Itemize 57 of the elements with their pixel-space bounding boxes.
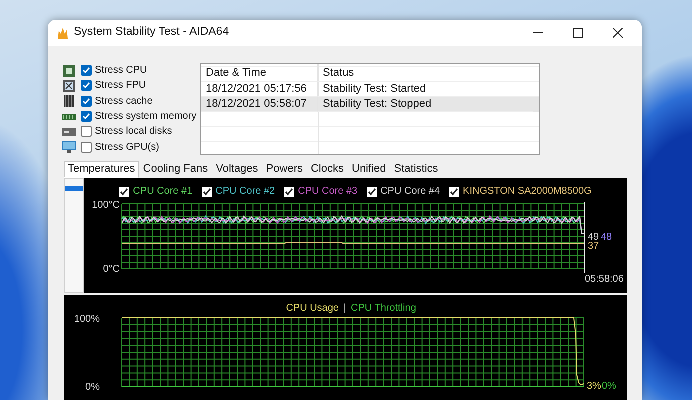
legend-label: CPU Core #1 (133, 186, 193, 197)
temperature-reading: 49 (588, 232, 600, 243)
chart-title: CPU Throttling (351, 303, 416, 314)
table-cell: Stability Test: Stopped (318, 97, 533, 112)
window-title: System Stability Test - AIDA64 (74, 25, 230, 40)
chip-icon (62, 64, 76, 78)
checkbox[interactable] (81, 96, 92, 107)
maximize-icon (573, 28, 583, 38)
checkbox[interactable] (81, 111, 92, 122)
column-header: Status (318, 64, 533, 82)
checkbox[interactable] (81, 126, 92, 138)
legend-label: KINGSTON SA2000M8500G (463, 186, 592, 197)
axis-label: 0°C (103, 264, 120, 275)
tab[interactable]: Cooling Fans (139, 161, 212, 178)
tab[interactable]: Statistics (390, 161, 442, 178)
option-label: Stress FPU (95, 79, 146, 94)
time-label: 05:58:06 (585, 274, 624, 285)
chip-icon (62, 78, 76, 93)
temperature-reading: 37 (588, 241, 600, 252)
checkbox[interactable] (284, 186, 294, 196)
axis-label: 100°C (92, 200, 120, 211)
option-label: Stress CPU (95, 64, 148, 78)
legend-label: CPU Core #2 (216, 186, 276, 197)
tab[interactable]: Unified (348, 161, 390, 178)
indicator-bar (65, 186, 83, 191)
close-icon (613, 28, 623, 38)
tab[interactable]: Voltages (212, 161, 262, 178)
checkbox[interactable] (366, 186, 377, 196)
axis-label: 100% (74, 314, 100, 325)
log-row[interactable]: 18/12/2021 05:58:07 Stability Test: Stopped (201, 97, 539, 112)
checkbox[interactable] (449, 186, 460, 196)
checkbox[interactable] (202, 186, 212, 196)
chart-title: CPU Usage (286, 303, 339, 314)
axis-label: 0% (86, 382, 100, 393)
tab[interactable]: Clocks (306, 161, 348, 178)
checkbox[interactable] (81, 65, 92, 76)
usage-reading: 0% (602, 381, 616, 392)
legend-label: CPU Core #3 (298, 186, 358, 197)
column-header: Date & Time (201, 64, 318, 82)
option-label: Stress GPU(s) (95, 140, 160, 155)
option-label: Stress system memory (95, 110, 197, 124)
option-label: Stress cache (95, 94, 153, 109)
checkbox[interactable] (81, 80, 92, 92)
usage-reading: 3% (587, 381, 602, 392)
option-label: Stress local disks (95, 125, 172, 140)
tab[interactable]: Powers (262, 161, 307, 178)
temperature-reading: 48 (601, 232, 612, 243)
legend-label: CPU Core #4 (380, 186, 440, 197)
table-cell: 18/12/2021 05:58:07 (201, 97, 318, 112)
checkbox[interactable] (119, 186, 130, 196)
checkbox[interactable] (81, 142, 92, 153)
tab[interactable]: Temperatures (64, 161, 140, 178)
time-marker-line (584, 202, 586, 274)
monitor-icon (62, 140, 76, 154)
flame-icon (56, 26, 70, 40)
separator: | (344, 303, 346, 314)
chip-icon (62, 94, 76, 108)
